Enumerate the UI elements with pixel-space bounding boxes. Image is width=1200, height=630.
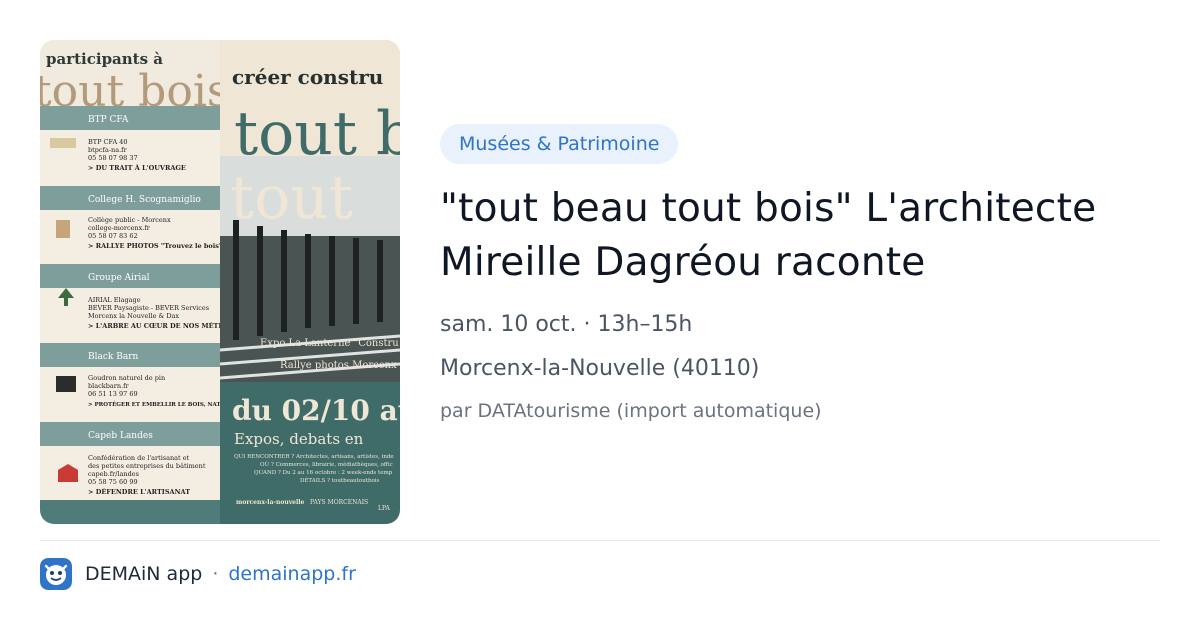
partner-logo [50,138,76,148]
partner-line: blackbarn.fr [88,382,129,390]
poster-big-title-right: tout [230,163,353,233]
partner-line: 06 51 13 97 69 [88,390,138,398]
partner-line: 05 58 07 83 62 [88,232,138,240]
event-title-line-2: Mireille Dagréou raconte [440,240,926,285]
event-title[interactable]: "tout beau tout bois" L'architecte Mirei… [440,182,1140,290]
partner-name: Capeb Landes [88,431,153,441]
partner-tag: > RALLYE PHOTOS "Trouvez le bois" [88,242,222,250]
demain-app-icon[interactable] [40,558,72,590]
partner-name: Black Barn [88,352,138,362]
event-date-time: sam. 10 oct. · 13h–15h [440,312,693,337]
partner-tag: > DU TRAIT À L'OUVRAGE [88,163,186,172]
partner-line: AIRIAL Elagage [87,296,141,304]
partner-tag: > L'ARBRE AU CŒUR DE NOS MÉTIERS [88,321,237,330]
partner-tag: > DÉFENDRE L'ARTISANAT [88,487,190,496]
partner-line: des petites entreprises du bâtiment [88,462,206,470]
partner-line: college-morcenx.fr [88,224,151,232]
partner-line: BEVER Paysagiste - BEVER Services [88,304,209,312]
event-poster-image[interactable]: participants à tout bois BTP CFA College… [40,40,400,524]
poster-rallye-line: Rallye photos Morcenx [280,360,397,371]
partner-line: 05 58 07 98 37 [88,154,138,162]
poster-logo: PAYS MORCENAIS [310,499,368,506]
divider [40,540,1160,541]
partner-logo [56,220,70,238]
event-source: par DATAtourisme (import automatique) [440,400,822,422]
poster-logo: LPA [378,505,390,512]
poster-info-line: QUI RENCONTRER ? Architectes, artisans, … [234,454,394,460]
partner-logo [56,376,76,392]
footer-separator: · [212,563,219,585]
category-badge[interactable]: Musées & Patrimoine [440,124,679,164]
partner-line: BTP CFA 40 [88,138,128,146]
poster-info-line: OÙ ? Commerces, librairie, médiathèques,… [260,460,393,468]
poster-tagline: créer constru [232,65,383,89]
partner-name: College H. Scognamiglio [88,195,201,205]
partner-line: capeb.fr/landes [88,470,139,478]
poster-info-line: QUAND ? Du 2 au 16 octobre : 2 week-ends… [254,470,393,476]
partner-line: Collège public - Morcenx [88,216,171,224]
poster-info-line: DÉTAILS ? toutbeautoutbois [300,476,380,484]
poster-expo-line: Expo La Lanterne "Constru [260,338,399,349]
footer: DEMAiN app · demainapp.fr [40,558,356,590]
partner-name: Groupe Airial [88,273,150,283]
partner-line: btpcfa-na.fr [88,146,128,154]
partner-line: Confédération de l'artisanat et [88,454,190,462]
poster-photo-beams [233,220,383,340]
partner-line: Goudron naturel de pin [88,374,165,382]
event-location: Morcenx-la-Nouvelle (40110) [440,356,760,381]
partner-line: Morcenx la Nouvelle & Dax [88,312,179,320]
poster-logo: morcenx-la-nouvelle [236,499,305,506]
app-name[interactable]: DEMAiN app [85,563,202,585]
partner-line: 05 58 75 60 99 [88,478,138,486]
event-title-line-1: "tout beau tout bois" L'architecte [440,186,1097,231]
site-link[interactable]: demainapp.fr [228,563,356,585]
poster-subtitle: Expos, debats en [234,430,364,448]
poster-dates: du 02/10 au [232,394,400,427]
partner-name: BTP CFA [88,115,129,125]
